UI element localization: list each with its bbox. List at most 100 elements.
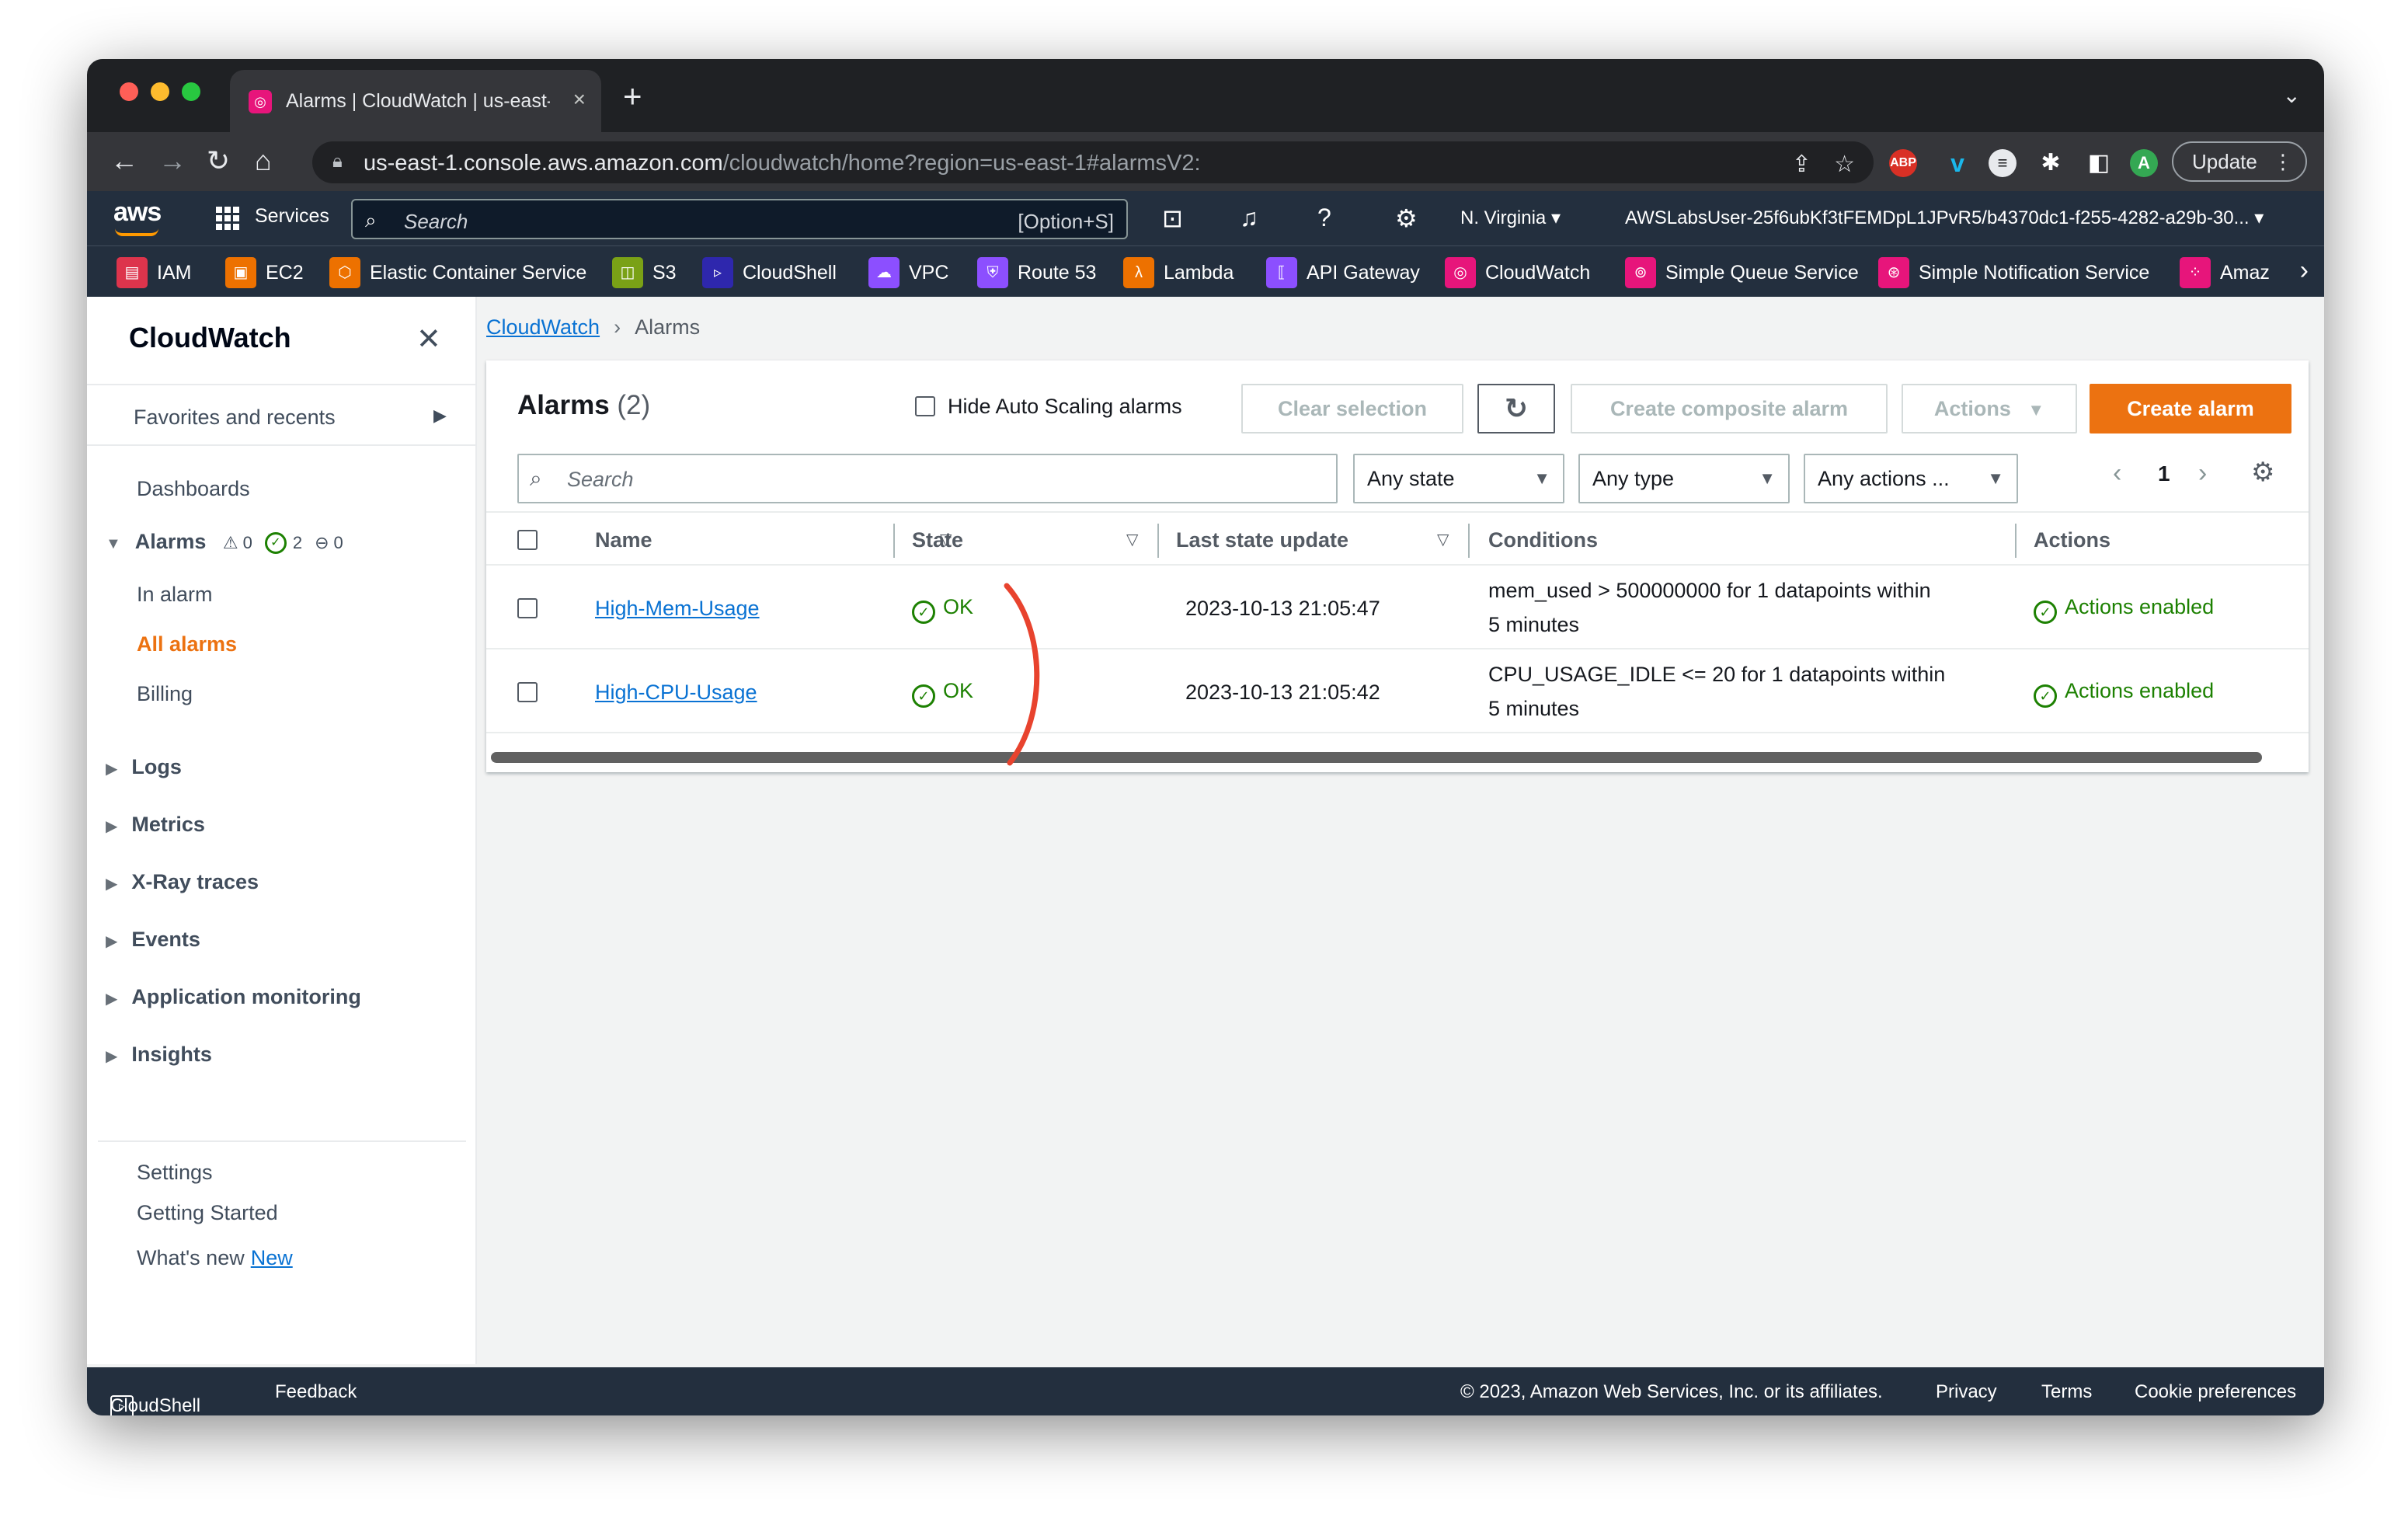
actions-filter-select[interactable]: Any actions ... ▼	[1804, 454, 2018, 503]
sidebar-item-events[interactable]: ▶ Events	[106, 928, 200, 952]
address-bar[interactable]: 🔒︎ us-east-1.console.aws.amazon.com/clou…	[312, 141, 1874, 183]
refresh-button[interactable]: ↻	[1477, 384, 1555, 433]
services-menu-button[interactable]: Services	[255, 205, 329, 228]
column-divider[interactable]	[1157, 524, 1159, 558]
horizontal-scrollbar[interactable]	[491, 752, 2262, 763]
create-alarm-button[interactable]: Create alarm	[2090, 384, 2291, 433]
page-number[interactable]: 1	[2158, 461, 2170, 486]
sidebar-item-metrics[interactable]: ▶ Metrics	[106, 813, 205, 837]
extension-icon[interactable]: ≡	[1989, 149, 2017, 177]
sidebar-item-all-alarms[interactable]: All alarms	[137, 632, 237, 656]
row-checkbox[interactable]	[517, 682, 538, 702]
home-icon[interactable]: ⌂	[255, 144, 272, 177]
aws-logo[interactable]: aws	[113, 197, 162, 228]
column-header-conditions[interactable]: Conditions	[1488, 528, 1598, 552]
sidebar-item-whats-new[interactable]: What's new New	[137, 1246, 293, 1270]
clear-selection-button[interactable]: Clear selection	[1241, 384, 1463, 433]
favorite-sns[interactable]: ⊛ Simple Notification Service	[1878, 257, 2149, 288]
help-icon[interactable]: ?	[1317, 204, 1331, 232]
reload-icon[interactable]: ↻	[207, 144, 230, 177]
hide-autoscaling-checkbox[interactable]	[915, 396, 935, 416]
favorite-iam[interactable]: ▤ IAM	[117, 257, 191, 288]
sidebar-item-settings[interactable]: Settings	[137, 1161, 213, 1185]
column-header-name[interactable]: Name	[595, 528, 652, 552]
favorite-vpc[interactable]: ☁ VPC	[868, 257, 948, 288]
hide-autoscaling-label[interactable]: Hide Auto Scaling alarms	[948, 395, 1182, 419]
favorite-api-gateway[interactable]: ⟦ API Gateway	[1266, 257, 1420, 288]
bookmark-star-icon[interactable]: ☆	[1834, 151, 1855, 178]
favorite-more-service[interactable]: ⁘ Amaz	[2180, 257, 2270, 288]
sidebar-item-billing[interactable]: Billing	[137, 682, 193, 706]
favorite-route53[interactable]: ⛨ Route 53	[977, 257, 1096, 288]
column-header-state[interactable]: State	[912, 528, 963, 552]
sidebar-item-dashboards[interactable]: Dashboards	[137, 477, 250, 501]
favorite-ec2[interactable]: ▣ EC2	[225, 257, 304, 288]
sort-caret-icon[interactable]: ▽	[1437, 530, 1449, 549]
previous-page-icon[interactable]: ‹	[2113, 458, 2121, 489]
sidebar-item-insights[interactable]: ▶ Insights	[106, 1043, 212, 1067]
column-divider[interactable]	[893, 524, 895, 558]
side-panel-icon[interactable]: ◧	[2085, 149, 2113, 177]
actions-dropdown-button[interactable]: Actions ▼	[1902, 384, 2077, 433]
tab-search-chevron-icon[interactable]: ⌄	[2283, 82, 2301, 108]
sort-caret-icon[interactable]: ▽	[1126, 530, 1138, 549]
aws-search-input[interactable]: ⌕ Search [Option+S]	[351, 199, 1128, 239]
sidebar-item-application-monitoring[interactable]: ▶ Application monitoring	[106, 985, 361, 1009]
sidebar-item-getting-started[interactable]: Getting Started	[137, 1201, 278, 1225]
select-all-checkbox[interactable]	[517, 530, 538, 550]
adblock-extension-icon[interactable]: ABP	[1889, 149, 1917, 177]
column-divider[interactable]	[1468, 524, 1470, 558]
caret-right-icon[interactable]: ▶	[433, 406, 447, 426]
favorites-scroll-right-icon[interactable]: ›	[2300, 256, 2309, 286]
favorites-and-recents[interactable]: Favorites and recents	[134, 406, 336, 430]
row-checkbox[interactable]	[517, 598, 538, 618]
close-sidebar-icon[interactable]: ✕	[416, 322, 441, 357]
favorite-cloudshell[interactable]: ▹ CloudShell	[702, 257, 837, 288]
favorite-ecs[interactable]: ⬡ Elastic Container Service	[329, 257, 586, 288]
maximize-window-button[interactable]	[182, 82, 200, 101]
footer-cookie-preferences[interactable]: Cookie preferences	[2135, 1381, 2296, 1403]
browser-tab[interactable]: ◎ Alarms | CloudWatch | us-east-1 ×	[230, 70, 601, 132]
alarm-name-link[interactable]: High-CPU-Usage	[595, 681, 757, 705]
profile-avatar[interactable]: A	[2130, 149, 2158, 177]
next-page-icon[interactable]: ›	[2198, 458, 2207, 489]
update-button[interactable]: Update ⋮	[2172, 141, 2307, 182]
puzzle-extensions-icon[interactable]: ✱	[2037, 149, 2065, 177]
account-menu[interactable]: AWSLabsUser-25f6ubKf3tFEMDpL1JPvR5/b4370…	[1625, 207, 2264, 229]
column-divider[interactable]	[2015, 524, 2017, 558]
favorite-s3[interactable]: ◫ S3	[612, 257, 677, 288]
close-tab-icon[interactable]: ×	[573, 87, 586, 112]
type-filter-select[interactable]: Any type ▼	[1578, 454, 1790, 503]
sidebar-item-xray-traces[interactable]: ▶ X-Ray traces	[106, 870, 259, 894]
sidebar-item-in-alarm[interactable]: In alarm	[137, 583, 213, 607]
column-header-actions[interactable]: Actions	[2034, 528, 2110, 552]
breadcrumb-cloudwatch[interactable]: CloudWatch	[486, 315, 600, 339]
favorite-lambda[interactable]: λ Lambda	[1123, 257, 1234, 288]
sidebar-item-alarms[interactable]: ▼ Alarms ⚠ 0 ✓ 2 ⊖ 0	[106, 530, 351, 554]
sidebar-item-logs[interactable]: ▶ Logs	[106, 755, 182, 779]
column-header-last-state-update[interactable]: Last state update	[1176, 528, 1348, 552]
state-filter-select[interactable]: Any state ▼	[1353, 454, 1564, 503]
vimeo-extension-icon[interactable]: v	[1943, 149, 1971, 177]
alarm-name-link[interactable]: High-Mem-Usage	[595, 597, 760, 621]
new-tab-button[interactable]: +	[623, 78, 642, 115]
cloudshell-icon[interactable]: ⊡	[1162, 204, 1183, 233]
favorite-sqs[interactable]: ⊚ Simple Queue Service	[1625, 257, 1859, 288]
share-icon[interactable]: ⇪	[1792, 151, 1811, 178]
favorite-cloudwatch[interactable]: ◎ CloudWatch	[1445, 257, 1590, 288]
new-badge[interactable]: New	[251, 1246, 293, 1269]
close-window-button[interactable]	[120, 82, 138, 101]
services-grid-icon[interactable]	[216, 207, 239, 230]
notifications-bell-icon[interactable]: ♫	[1240, 204, 1258, 232]
footer-feedback[interactable]: Feedback	[275, 1381, 357, 1403]
settings-gear-icon[interactable]: ⚙	[1395, 204, 1418, 233]
back-arrow-icon[interactable]: ←	[110, 144, 138, 177]
footer-privacy[interactable]: Privacy	[1936, 1381, 1997, 1403]
alarms-search-input[interactable]: ⌕ Search	[517, 454, 1338, 503]
table-settings-gear-icon[interactable]: ⚙	[2251, 457, 2274, 488]
create-composite-alarm-button[interactable]: Create composite alarm	[1571, 384, 1888, 433]
footer-terms[interactable]: Terms	[2041, 1381, 2092, 1403]
forward-arrow-icon[interactable]: →	[158, 144, 186, 177]
minimize-window-button[interactable]	[151, 82, 169, 101]
region-selector[interactable]: N. Virginia ▾	[1460, 207, 1561, 229]
